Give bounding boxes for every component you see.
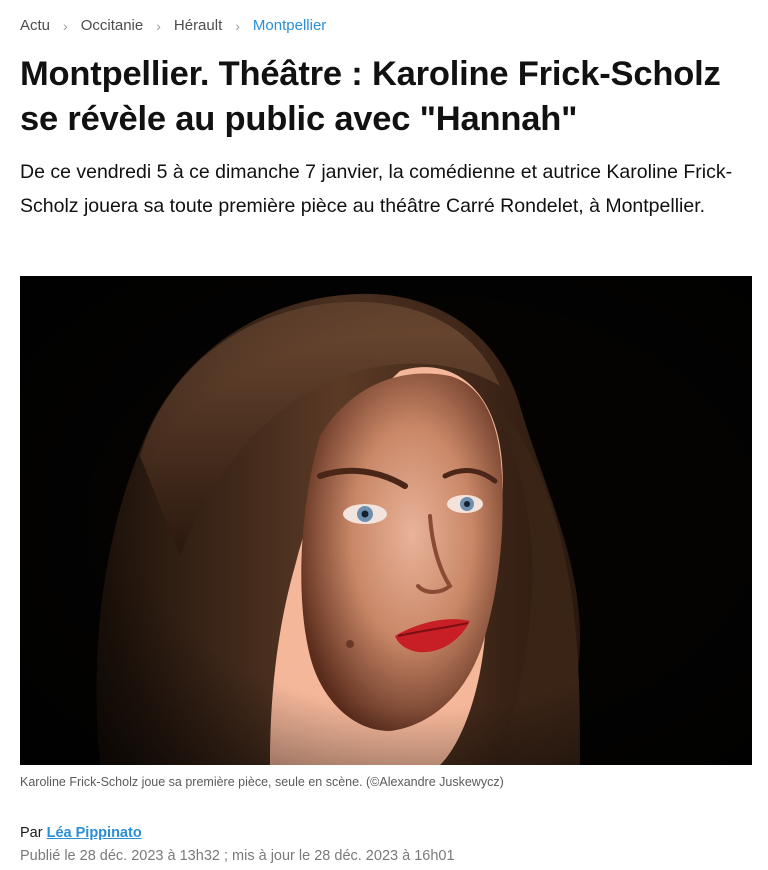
byline-prefix: Par (20, 825, 43, 841)
author-byline: Par Léa Pippinato (20, 824, 142, 842)
image-caption: Karoline Frick-Scholz joue sa première p… (20, 775, 504, 789)
article-lead: De ce vendredi 5 à ce dimanche 7 janvier… (20, 161, 733, 217)
publication-dates: Publié le 28 déc. 2023 à 13h32 ; mis à j… (20, 848, 455, 864)
breadcrumb-item-actu[interactable]: Actu (20, 16, 50, 36)
article-hero-photo[interactable] (20, 276, 752, 765)
breadcrumb: Actu › Occitanie › Hérault › Montpellier (20, 16, 326, 36)
author-link[interactable]: Léa Pippinato (47, 825, 142, 841)
chevron-right-icon: › (235, 18, 240, 34)
article-page: Actu › Occitanie › Hérault › Montpellier… (0, 0, 768, 870)
chevron-right-icon: › (156, 18, 161, 34)
breadcrumb-item-occitanie[interactable]: Occitanie (81, 16, 144, 36)
article-title: Montpellier. Théâtre : Karoline Frick-Sc… (20, 55, 721, 138)
breadcrumb-item-montpellier[interactable]: Montpellier (253, 16, 326, 36)
breadcrumb-item-herault[interactable]: Hérault (174, 16, 222, 36)
chevron-right-icon: › (63, 18, 68, 34)
portrait-photo-image (20, 276, 752, 765)
